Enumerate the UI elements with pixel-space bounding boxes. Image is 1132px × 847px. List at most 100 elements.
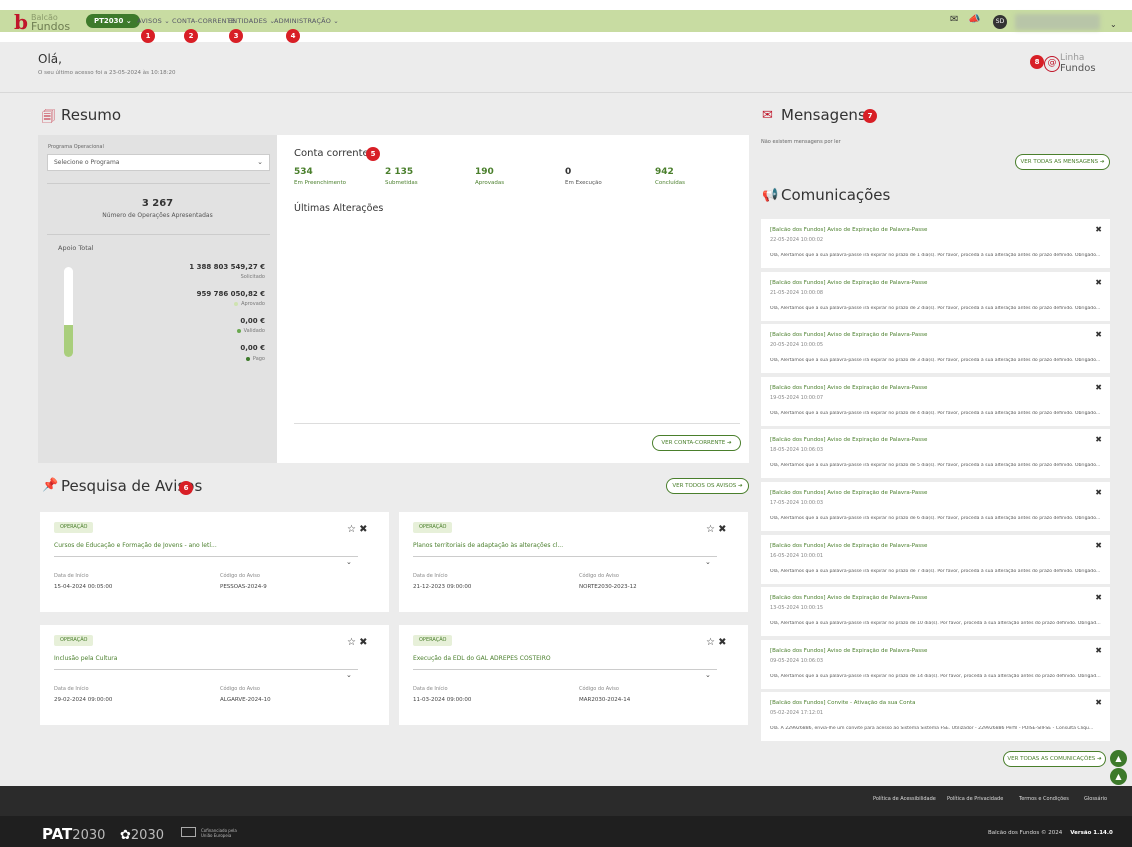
close-icon[interactable]: ✖ (1095, 278, 1102, 287)
divider (0, 92, 1132, 93)
chevron-down-icon[interactable]: ⌄ (346, 558, 352, 566)
chevron-down-icon[interactable]: ⌄ (705, 558, 711, 566)
footer-link-termos[interactable]: Termos e Condições (1019, 796, 1069, 802)
programa-select[interactable]: Selecione o Programa ⌄ (47, 154, 270, 171)
ver-todos-avisos-button[interactable]: VER TODOS OS AVISOS ➔ (666, 478, 749, 494)
legend-dot (236, 328, 241, 333)
card-actions: ☆ ✖ (706, 524, 727, 535)
ver-todas-comunicacoes-button[interactable]: VER TODAS AS COMUNICAÇÕES ➔ (1003, 751, 1106, 767)
comunicacao-item[interactable]: [Balcão dos Fundos] Aviso de Expiração d… (761, 429, 1110, 479)
stat-preenchimento-value[interactable]: 534 (294, 167, 313, 177)
comunicacao-title[interactable]: [Balcão dos Fundos] Convite - Ativação d… (770, 700, 916, 706)
stat-aprovadas-value[interactable]: 190 (475, 167, 494, 177)
close-icon[interactable]: ✖ (1095, 593, 1102, 602)
announcement-icon[interactable]: 📣 (968, 14, 980, 25)
close-icon[interactable]: ✖ (359, 637, 367, 648)
apoio-validado-legend: Validado (236, 328, 265, 334)
aviso-title[interactable]: Planos territoriais de adaptação às alte… (413, 542, 563, 549)
apoio-aprovado-label: Aprovado (241, 301, 265, 307)
comunicacao-item[interactable]: [Balcão dos Fundos] Aviso de Expiração d… (761, 271, 1110, 321)
close-icon[interactable]: ✖ (718, 524, 726, 535)
comunicacao-title[interactable]: [Balcão dos Fundos] Aviso de Expiração d… (770, 332, 927, 338)
chevron-down-icon[interactable]: ⌄ (346, 671, 352, 679)
ver-conta-corrente-button[interactable]: VER CONTA-CORRENTE ➔ (652, 435, 741, 451)
nav-entidades[interactable]: ENTIDADES ⌄ (228, 17, 275, 25)
aviso-card[interactable]: OPERAÇÃO ☆ ✖ Inclusão pela Cultura ⌄ Dat… (40, 625, 389, 725)
comunicacao-item[interactable]: [Balcão dos Fundos] Aviso de Expiração d… (761, 587, 1110, 637)
close-icon[interactable]: ✖ (1095, 383, 1102, 392)
stat-concluidas-value[interactable]: 942 (655, 167, 674, 177)
star-icon[interactable]: ☆ (706, 637, 715, 648)
close-icon[interactable]: ✖ (1095, 646, 1102, 655)
close-icon[interactable]: ✖ (1095, 225, 1102, 234)
comunicacoes-title: Comunicações (781, 186, 891, 204)
aviso-card[interactable]: OPERAÇÃO ☆ ✖ Cursos de Educação e Formaç… (40, 512, 389, 612)
comunicacao-title[interactable]: [Balcão dos Fundos] Aviso de Expiração d… (770, 648, 927, 654)
comunicacao-item[interactable]: [Balcão dos Fundos] Aviso de Expiração d… (761, 324, 1110, 374)
divider (54, 556, 358, 557)
copyright: Balcão dos Fundos © 2024 Versão 1.14.0 (988, 830, 1113, 836)
star-icon[interactable]: ☆ (706, 524, 715, 535)
comunicacao-title[interactable]: [Balcão dos Fundos] Aviso de Expiração d… (770, 437, 927, 443)
nav-conta-corrente[interactable]: CONTA-CORRENTE (172, 17, 235, 25)
avatar[interactable]: SD (993, 15, 1007, 29)
logo-line2: Fundos (30, 20, 71, 33)
scroll-top-icon[interactable]: ▲ (1110, 768, 1127, 785)
data-inicio-value: 29-02-2024 09:00:00 (54, 697, 113, 703)
comunicacao-item[interactable]: [Balcão dos Fundos] Aviso de Expiração d… (761, 482, 1110, 531)
last-access: O seu último acesso foi a 23-05-2024 às … (38, 70, 176, 76)
comunicacao-title[interactable]: [Balcão dos Fundos] Aviso de Expiração d… (770, 490, 927, 496)
comunicacao-title[interactable]: [Balcão dos Fundos] Aviso de Expiração d… (770, 595, 927, 601)
stat-submetidas-value[interactable]: 2 135 (385, 167, 413, 177)
aviso-title[interactable]: Execução da EDL do GAL ADREPES COSTEIRO (413, 655, 551, 662)
program-selector[interactable]: PT2030 ⌄ (86, 14, 140, 28)
aviso-tag: OPERAÇÃO (413, 522, 453, 533)
comunicacao-item[interactable]: [Balcão dos Fundos] Aviso de Expiração d… (761, 534, 1110, 584)
aviso-card[interactable]: OPERAÇÃO ☆ ✖ Planos territoriais de adap… (399, 512, 748, 612)
aviso-title[interactable]: Inclusão pela Cultura (54, 655, 117, 662)
star-icon[interactable]: ☆ (347, 637, 356, 648)
aviso-title[interactable]: Cursos de Educação e Formação de Jovens … (54, 542, 217, 549)
data-inicio-label: Data de Início (413, 686, 448, 692)
stat-execucao-value[interactable]: 0 (565, 167, 571, 177)
ver-todas-mensagens-button[interactable]: VER TODAS AS MENSAGENS ➔ (1015, 154, 1110, 170)
apoio-solicitado-value: 1 388 803 549,27 € (189, 263, 265, 271)
close-icon[interactable]: ✖ (1095, 435, 1102, 444)
nav-administracao[interactable]: ADMINISTRAÇÃO ⌄ (274, 17, 339, 25)
apoio-aprovado-legend: Aprovado (234, 301, 265, 307)
user-name-redacted[interactable] (1015, 14, 1100, 30)
data-inicio-label: Data de Início (54, 573, 89, 579)
comunicacao-item[interactable]: [Balcão dos Fundos] Aviso de Expiração d… (761, 376, 1110, 426)
data-inicio-value: 21-12-2023 09:00:00 (413, 584, 472, 590)
comunicacao-item[interactable]: [Balcão dos Fundos] Aviso de Expiração d… (761, 219, 1110, 268)
card-actions: ☆ ✖ (347, 524, 368, 535)
mail-icon[interactable]: ✉ (950, 14, 958, 25)
close-icon[interactable]: ✖ (359, 524, 367, 535)
stat-submetidas-label: Submetidas (385, 180, 418, 186)
footer-link-glossario[interactable]: Glossário (1084, 796, 1107, 802)
conta-corrente-title: Conta corrente (294, 148, 369, 159)
close-icon[interactable]: ✖ (1095, 330, 1102, 339)
close-icon[interactable]: ✖ (1095, 698, 1102, 707)
footer-link-privacidade[interactable]: Política de Privacidade (947, 796, 1003, 802)
chevron-down-icon[interactable]: ⌄ (705, 671, 711, 679)
aviso-card[interactable]: OPERAÇÃO ☆ ✖ Execução da EDL do GAL ADRE… (399, 625, 748, 725)
close-icon[interactable]: ✖ (718, 637, 726, 648)
close-icon[interactable]: ✖ (1095, 488, 1102, 497)
close-icon[interactable]: ✖ (1095, 541, 1102, 550)
footer-link-acessibilidade[interactable]: Política de Acessibilidade (873, 796, 936, 802)
linha-fundos-link[interactable]: @ Linha Fundos (1044, 53, 1096, 74)
comunicacao-title[interactable]: [Balcão dos Fundos] Aviso de Expiração d… (770, 385, 927, 391)
user-menu-chevron-icon[interactable]: ⌄ (1110, 20, 1117, 29)
star-icon[interactable]: ☆ (347, 524, 356, 535)
comunicacao-title[interactable]: [Balcão dos Fundos] Aviso de Expiração d… (770, 543, 927, 549)
scroll-top-icon[interactable]: ▲ (1110, 750, 1127, 767)
comunicacao-item[interactable]: [Balcão dos Fundos] Convite - Ativação d… (761, 692, 1110, 742)
comunicacao-title[interactable]: [Balcão dos Fundos] Aviso de Expiração d… (770, 227, 927, 233)
operacoes-label: Número de Operações Apresentadas (102, 212, 213, 219)
comunicacao-item[interactable]: [Balcão dos Fundos] Aviso de Expiração d… (761, 639, 1110, 689)
linha-line2: Fundos (1060, 63, 1096, 74)
comunicacao-title[interactable]: [Balcão dos Fundos] Aviso de Expiração d… (770, 280, 927, 286)
balcao-fundos-logo[interactable]: b Balcão Fundos (14, 10, 70, 34)
nav-avisos[interactable]: AVISOS ⌄ (137, 17, 170, 25)
